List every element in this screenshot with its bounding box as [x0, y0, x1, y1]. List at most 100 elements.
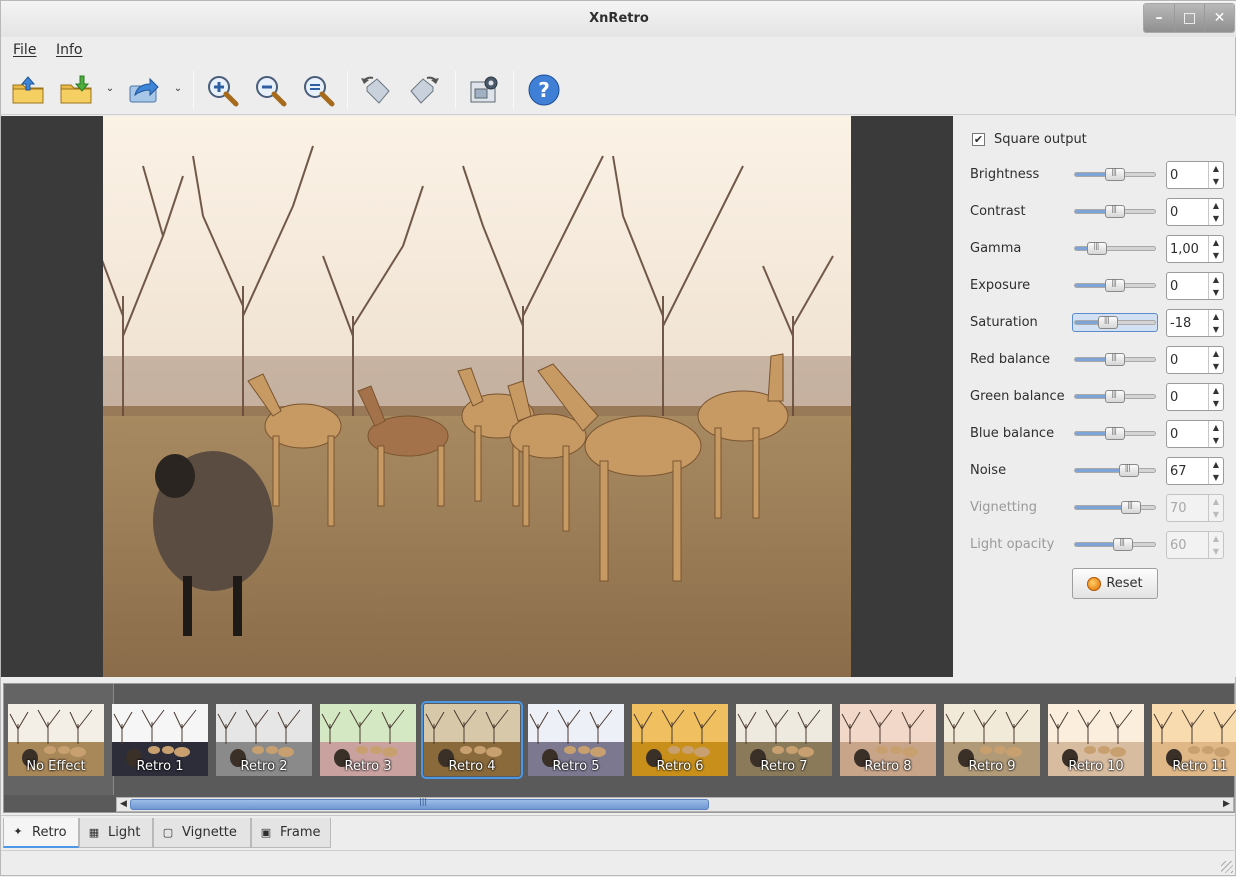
spin-up-icon[interactable]: ▲	[1209, 310, 1223, 323]
zoom-fit-button[interactable]	[299, 71, 337, 109]
screenshot-button[interactable]	[465, 71, 503, 109]
resize-grip[interactable]	[1221, 861, 1233, 873]
slider-thumb[interactable]	[1097, 315, 1118, 329]
filter-thumbnail[interactable]: Retro 6	[632, 704, 728, 776]
menu-info[interactable]: Info	[56, 42, 83, 58]
spin-down-icon[interactable]: ▼	[1209, 323, 1223, 336]
filter-thumbnail[interactable]: Retro 4	[421, 701, 523, 779]
slider-thumb[interactable]	[1121, 500, 1141, 514]
spin-down-icon[interactable]: ▼	[1209, 397, 1223, 410]
close-button[interactable]: ✕	[1204, 4, 1234, 32]
filter-thumbnail[interactable]: Retro 3	[320, 704, 416, 776]
filter-thumbnail[interactable]: Retro 7	[736, 704, 832, 776]
tab-frame[interactable]: ▣ Frame	[251, 818, 331, 848]
spin-up-icon[interactable]: ▲	[1209, 199, 1223, 212]
save-dropdown-arrow[interactable]: ⌄	[103, 83, 117, 97]
slider-thumb[interactable]	[1105, 167, 1125, 181]
bottom-tabs: ✦ Retro ▦ Light ▢ Vignette ▣ Frame	[1, 815, 1236, 849]
spin-down-icon[interactable]: ▼	[1209, 471, 1223, 484]
square-output-checkbox[interactable]: ✔	[972, 133, 985, 146]
filter-thumbnail[interactable]: Retro 1	[112, 704, 208, 776]
noise-spinbox[interactable]: 67 ▲ ▼	[1166, 457, 1224, 485]
blue-balance-slider[interactable]	[1074, 426, 1156, 440]
filter-thumbnail[interactable]: Retro 10	[1048, 704, 1144, 776]
zoom-in-button[interactable]	[203, 71, 241, 109]
slider-thumb[interactable]	[1105, 204, 1125, 218]
spin-up-icon[interactable]: ▲	[1209, 495, 1223, 508]
saturation-spinbox[interactable]: -18 ▲ ▼	[1166, 309, 1224, 337]
square-output-option[interactable]: ✔ Square output	[972, 132, 1087, 147]
spin-down-icon[interactable]: ▼	[1209, 508, 1223, 521]
spin-down-icon[interactable]: ▼	[1209, 434, 1223, 447]
filter-thumbnail[interactable]: Retro 9	[944, 704, 1040, 776]
slider-thumb[interactable]	[1118, 463, 1139, 477]
reset-button[interactable]: Reset	[1072, 568, 1158, 599]
zoom-out-button[interactable]	[251, 71, 289, 109]
light-opacity-spinbox[interactable]: 60 ▲ ▼	[1166, 531, 1224, 559]
spin-up-icon[interactable]: ▲	[1209, 384, 1223, 397]
thumbnail-label: Retro 6	[656, 759, 704, 774]
spin-up-icon[interactable]: ▲	[1209, 532, 1223, 545]
spin-down-icon[interactable]: ▼	[1209, 286, 1223, 299]
scrollbar-handle[interactable]	[130, 797, 709, 810]
tab-vignette[interactable]: ▢ Vignette	[153, 818, 251, 848]
slider-thumb[interactable]	[1105, 426, 1125, 440]
green-balance-slider[interactable]	[1074, 389, 1156, 403]
filmstrip-scrollbar[interactable]: ◀ ▶	[116, 797, 1234, 812]
spin-down-icon[interactable]: ▼	[1209, 212, 1223, 225]
title-bar[interactable]: XnRetro – □ ✕	[1, 1, 1236, 37]
spin-down-icon[interactable]: ▼	[1209, 249, 1223, 262]
gamma-spinbox[interactable]: 1,00 ▲ ▼	[1166, 235, 1224, 263]
filter-thumbnail[interactable]: Retro 11	[1152, 704, 1236, 776]
image-viewer[interactable]	[1, 116, 953, 677]
contrast-slider[interactable]	[1074, 204, 1156, 218]
slider-thumb[interactable]	[1113, 537, 1133, 551]
scroll-right-arrow[interactable]: ▶	[1220, 798, 1233, 811]
exposure-spinbox[interactable]: 0 ▲ ▼	[1166, 272, 1224, 300]
spin-up-icon[interactable]: ▲	[1209, 421, 1223, 434]
filter-thumbnail[interactable]: Retro 2	[216, 704, 312, 776]
slider-thumb[interactable]	[1105, 278, 1125, 292]
maximize-button[interactable]: □	[1174, 4, 1204, 32]
rotate-left-button[interactable]	[357, 71, 395, 109]
open-button[interactable]	[9, 71, 47, 109]
share-dropdown-arrow[interactable]: ⌄	[171, 83, 185, 97]
brightness-slider[interactable]	[1074, 167, 1156, 181]
spin-down-icon[interactable]: ▼	[1209, 545, 1223, 558]
slider-thumb[interactable]	[1105, 389, 1125, 403]
minimize-button[interactable]: –	[1144, 4, 1174, 32]
share-button[interactable]	[125, 71, 163, 109]
spin-up-icon[interactable]: ▲	[1209, 236, 1223, 249]
blue-balance-spinbox[interactable]: 0 ▲ ▼	[1166, 420, 1224, 448]
filter-thumbnail[interactable]: Retro 5	[528, 704, 624, 776]
noise-slider[interactable]	[1074, 463, 1156, 477]
filter-thumbnail[interactable]: No Effect	[8, 704, 104, 776]
slider-thumb[interactable]	[1105, 352, 1125, 366]
slider-thumb[interactable]	[1087, 241, 1108, 255]
contrast-spinbox[interactable]: 0 ▲ ▼	[1166, 198, 1224, 226]
tab-retro[interactable]: ✦ Retro	[3, 818, 79, 848]
gamma-slider[interactable]	[1074, 241, 1156, 255]
vignetting-spinbox[interactable]: 70 ▲ ▼	[1166, 494, 1224, 522]
spin-up-icon[interactable]: ▲	[1209, 458, 1223, 471]
vignetting-slider[interactable]	[1074, 500, 1156, 514]
brightness-spinbox[interactable]: 0 ▲ ▼	[1166, 161, 1224, 189]
spin-down-icon[interactable]: ▼	[1209, 360, 1223, 373]
saturation-slider[interactable]	[1074, 315, 1156, 329]
rotate-right-button[interactable]	[405, 71, 443, 109]
save-button[interactable]	[57, 71, 95, 109]
help-button[interactable]: ?	[525, 71, 563, 109]
red-balance-spinbox[interactable]: 0 ▲ ▼	[1166, 346, 1224, 374]
exposure-slider[interactable]	[1074, 278, 1156, 292]
scroll-left-arrow[interactable]: ◀	[117, 798, 130, 811]
spin-down-icon[interactable]: ▼	[1209, 175, 1223, 188]
tab-light[interactable]: ▦ Light	[79, 818, 153, 848]
spin-up-icon[interactable]: ▲	[1209, 273, 1223, 286]
spin-up-icon[interactable]: ▲	[1209, 347, 1223, 360]
light-opacity-slider[interactable]	[1074, 537, 1156, 551]
red-balance-slider[interactable]	[1074, 352, 1156, 366]
green-balance-spinbox[interactable]: 0 ▲ ▼	[1166, 383, 1224, 411]
filter-thumbnail[interactable]: Retro 8	[840, 704, 936, 776]
menu-file[interactable]: File	[13, 42, 36, 58]
spin-up-icon[interactable]: ▲	[1209, 162, 1223, 175]
